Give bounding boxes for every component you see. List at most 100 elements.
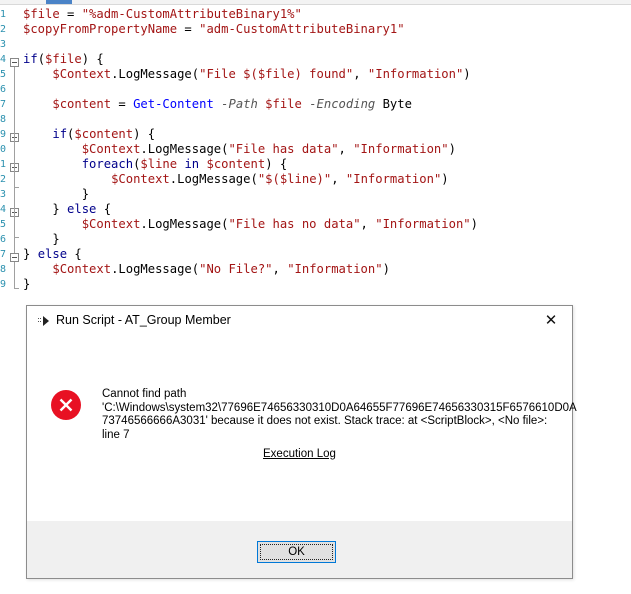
code-line[interactable]: if($content) { bbox=[23, 127, 155, 142]
code-token: $file bbox=[23, 7, 60, 21]
error-message-line: line 7 bbox=[102, 428, 130, 441]
code-line[interactable]: $Context.LogMessage("File has data", "In… bbox=[23, 142, 456, 157]
code-token: .LogMessage( bbox=[111, 67, 200, 81]
line-number: 5 bbox=[0, 219, 6, 230]
code-token: Get-Content bbox=[133, 97, 214, 111]
fold-guide-end bbox=[14, 187, 19, 188]
code-line[interactable]: } bbox=[23, 277, 30, 292]
fold-toggle-icon[interactable] bbox=[10, 253, 19, 262]
error-message-line: Cannot find path bbox=[102, 388, 187, 400]
code-token: "File has data" bbox=[228, 142, 339, 156]
code-token: ) bbox=[448, 142, 456, 156]
dialog-title-bar[interactable]: Run Script - AT_Group Member ✕ bbox=[27, 306, 572, 336]
active-tab-indicator bbox=[46, 0, 72, 4]
code-line[interactable]: } else { bbox=[23, 202, 111, 217]
code-token: "adm-CustomAttributeBinary1" bbox=[199, 22, 405, 36]
code-token: $content bbox=[52, 97, 112, 111]
line-number: 0 bbox=[0, 144, 6, 155]
code-token: "No File?" bbox=[199, 262, 273, 276]
code-token: "Information" bbox=[287, 262, 383, 276]
fold-guide-line bbox=[14, 67, 15, 253]
code-token: = bbox=[59, 7, 82, 21]
code-token: "Information" bbox=[375, 217, 471, 231]
code-token: } bbox=[23, 202, 68, 216]
code-token: "File has no data" bbox=[228, 217, 361, 231]
code-token: if bbox=[23, 52, 38, 66]
code-line[interactable]: $Context.LogMessage("$($line)", "Informa… bbox=[23, 172, 449, 187]
code-line[interactable]: $Context.LogMessage("File has no data", … bbox=[23, 217, 478, 232]
code-token: else bbox=[37, 247, 68, 261]
code-token: $copyFromPropertyName bbox=[23, 22, 178, 36]
code-line[interactable]: $content = Get-Content -Path $file -Enco… bbox=[23, 97, 412, 112]
code-token: = bbox=[111, 97, 134, 111]
code-token: $Context bbox=[52, 67, 112, 81]
code-token: } bbox=[23, 277, 31, 291]
code-token: = bbox=[177, 22, 200, 36]
line-number: 3 bbox=[0, 39, 6, 50]
ok-button[interactable]: OK bbox=[257, 541, 336, 563]
code-token: , bbox=[331, 172, 346, 186]
code-token: ) bbox=[463, 67, 471, 81]
line-number: 8 bbox=[0, 114, 6, 125]
line-number: 7 bbox=[0, 249, 6, 260]
code-line[interactable]: $Context.LogMessage("No File?", "Informa… bbox=[23, 262, 390, 277]
code-line[interactable]: $Context.LogMessage("File $($file) found… bbox=[23, 67, 471, 82]
code-token: .LogMessage( bbox=[111, 262, 200, 276]
code-token: $Context bbox=[111, 172, 170, 186]
line-number: 2 bbox=[0, 174, 6, 185]
code-line[interactable]: foreach($line in $content) { bbox=[23, 157, 288, 172]
code-token: ( bbox=[37, 52, 46, 66]
line-number-gutter: 1 2 3 4 5 6 7 8 9 0 1 2 3 4 5 6 7 8 9 bbox=[0, 4, 20, 594]
code-token: ) bbox=[470, 217, 478, 231]
code-line[interactable]: } bbox=[23, 232, 59, 247]
code-token: , bbox=[353, 67, 368, 81]
code-token: { bbox=[67, 247, 82, 261]
close-icon[interactable]: ✕ bbox=[540, 311, 562, 331]
code-token: ) { bbox=[81, 52, 104, 66]
code-line[interactable]: $file = "%adm-CustomAttributeBinary1%" bbox=[23, 7, 302, 22]
line-number: 1 bbox=[0, 159, 6, 170]
code-token: foreach bbox=[81, 157, 134, 171]
line-number: 6 bbox=[0, 234, 6, 245]
line-number: 3 bbox=[0, 189, 6, 200]
fold-guide-end bbox=[14, 237, 19, 238]
line-number: 9 bbox=[0, 129, 6, 140]
code-token: $Context bbox=[81, 217, 141, 231]
code-token: $Context bbox=[81, 142, 141, 156]
fold-guide-end bbox=[14, 288, 19, 289]
code-token: , bbox=[272, 262, 288, 276]
error-message-line: 'C:\Windows\system32\77696E74656330310D0… bbox=[102, 401, 577, 414]
dialog-title: Run Script - AT_Group Member bbox=[56, 313, 231, 327]
script-run-icon bbox=[38, 316, 49, 326]
line-number: 1 bbox=[0, 9, 6, 20]
code-token: { bbox=[96, 202, 112, 216]
execution-log-link[interactable]: Execution Log bbox=[263, 448, 336, 460]
code-token: -Encoding bbox=[309, 97, 376, 111]
line-number: 5 bbox=[0, 69, 6, 80]
code-token: .LogMessage( bbox=[169, 172, 258, 186]
fold-guide-line bbox=[14, 262, 15, 288]
code-line[interactable]: $copyFromPropertyName = "adm-CustomAttri… bbox=[23, 22, 405, 37]
line-number: 7 bbox=[0, 99, 6, 110]
fold-toggle-icon[interactable] bbox=[10, 58, 19, 67]
editor-tab-strip bbox=[0, 0, 631, 5]
code-line[interactable]: } bbox=[23, 187, 89, 202]
code-token: , bbox=[338, 142, 354, 156]
code-token: $file bbox=[45, 52, 82, 66]
code-token: $Context bbox=[52, 262, 112, 276]
line-number: 8 bbox=[0, 264, 6, 275]
code-token: ) bbox=[382, 262, 390, 276]
code-line[interactable]: } else { bbox=[23, 247, 82, 262]
code-token: if bbox=[52, 127, 68, 141]
code-token: $content bbox=[74, 127, 134, 141]
code-token: , bbox=[360, 217, 376, 231]
code-token: Byte bbox=[375, 97, 412, 111]
code-line[interactable]: if($file) { bbox=[23, 52, 104, 67]
dialog-content: Cannot find path 'C:\Windows\system32\77… bbox=[27, 336, 577, 521]
